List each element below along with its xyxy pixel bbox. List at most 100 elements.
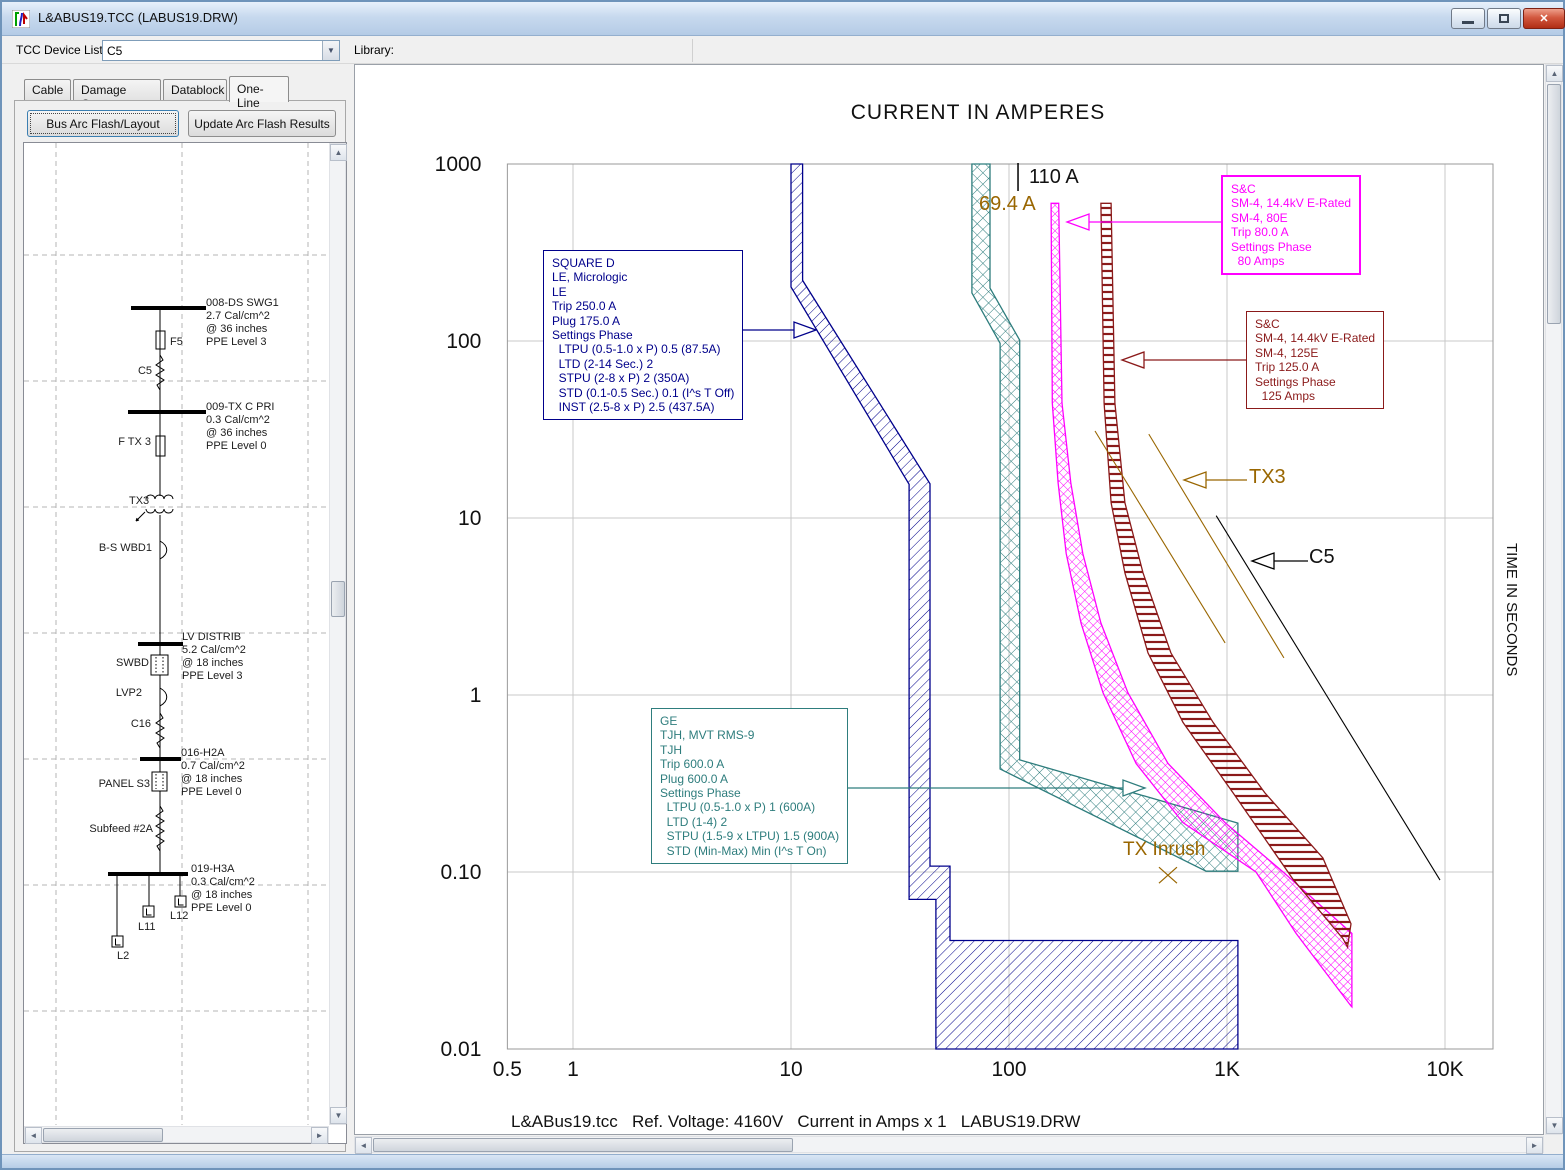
oneline-vscrollbar[interactable]: ▲ ▼ [329, 143, 346, 1125]
bus-label: PPE Level 3 [206, 336, 267, 348]
label-c5[interactable]: C5 [1309, 546, 1335, 569]
oneline-device-swbd[interactable]: SWBD [116, 655, 168, 675]
scroll-up-icon[interactable]: ▲ [1546, 65, 1563, 82]
tab-one-line[interactable]: One-Line [229, 76, 289, 102]
toolbar-separator [692, 39, 693, 62]
scroll-left-icon[interactable]: ◄ [25, 1127, 42, 1144]
main-hscrollbar[interactable]: ◄ ► [354, 1136, 1544, 1153]
y-axis-tick-label: 0.01 [441, 1038, 482, 1061]
svg-text:@ 18 inches: @ 18 inches [191, 889, 253, 901]
oneline-device-c16[interactable]: C16 [131, 713, 164, 748]
oneline-vscroll-thumb[interactable] [331, 581, 345, 617]
tx-inrush-point[interactable] [1159, 867, 1177, 883]
tcc-plot: 0.51101001K10K10001001010.100.01 [355, 65, 1543, 1110]
scroll-up-icon[interactable]: ▲ [330, 144, 347, 161]
svg-text:@ 36 inches: @ 36 inches [206, 427, 268, 439]
chevron-down-icon[interactable]: ▼ [322, 41, 339, 60]
restore-icon [1499, 14, 1509, 23]
one-line-canvas[interactable]: 008-DS SWG1 2.7 Cal/cm^2 @ 36 inches PPE… [23, 142, 347, 1144]
tcc-device-list-label: TCC Device List: [16, 43, 106, 57]
oneline-hscroll-thumb[interactable] [43, 1128, 163, 1142]
svg-text:C16: C16 [131, 718, 151, 730]
svg-text:B-S WBD1: B-S WBD1 [99, 542, 152, 554]
svg-text:SWBD: SWBD [116, 657, 149, 669]
y-axis-tick-label: 100 [446, 330, 481, 353]
svg-text:TX3: TX3 [129, 495, 149, 507]
leader-tx3-arrowhead-icon [1184, 472, 1206, 488]
window-bottom-border [2, 1154, 1563, 1168]
svg-text:PANEL S3: PANEL S3 [99, 778, 150, 790]
c5-damage[interactable] [1216, 516, 1440, 880]
y-axis-tick-label: 1000 [435, 153, 482, 176]
main-vscroll-thumb[interactable] [1547, 84, 1561, 324]
svg-text:LV DISTRIB: LV DISTRIB [182, 631, 241, 643]
label-110a[interactable]: 110 A [1029, 166, 1079, 189]
svg-text:0.7 Cal/cm^2: 0.7 Cal/cm^2 [181, 760, 245, 772]
device-box-ge[interactable]: GETJH, MVT RMS-9TJHTrip 600.0 APlug 600.… [651, 708, 848, 864]
tx3-damage-1[interactable] [1095, 431, 1225, 643]
x-axis-tick-label: 10K [1426, 1058, 1463, 1081]
label-69-4a[interactable]: 69.4 A [979, 193, 1036, 216]
minimize-icon [1462, 21, 1474, 24]
oneline-device-lvp2[interactable]: LVP2 [116, 687, 167, 706]
leader-sc80-arrowhead-icon [1067, 214, 1089, 230]
oneline-device-f5[interactable]: F5 [156, 331, 183, 349]
oneline-hscrollbar[interactable]: ◄ ► [24, 1126, 329, 1143]
label-tx-inrush[interactable]: TX Inrush [1123, 839, 1205, 861]
bus-arc-flash-layout-button[interactable]: Bus Arc Flash/Layout [27, 110, 179, 137]
x-axis-tick-label: 1K [1214, 1058, 1240, 1081]
tcc-chart-panel: 0.51101001K10K10001001010.100.01 CURRENT… [354, 64, 1544, 1135]
bus-label: 008-DS SWG1 [206, 297, 279, 309]
oneline-device-bswbd1[interactable]: B-S WBD1 [99, 541, 167, 559]
leader-c5-arrowhead-icon [1252, 553, 1274, 569]
scroll-right-icon[interactable]: ► [1526, 1137, 1543, 1154]
device-box-sc-80e[interactable]: S&CSM-4, 14.4kV E-RatedSM-4, 80ETrip 80.… [1221, 175, 1361, 275]
close-button[interactable]: ✕ [1523, 8, 1565, 29]
svg-text:LVP2: LVP2 [116, 687, 142, 699]
svg-text:PPE Level 0: PPE Level 0 [181, 786, 242, 798]
app-icon [12, 10, 30, 28]
oneline-device-subfeed2a[interactable]: Subfeed #2A [89, 806, 164, 851]
chart-footer: L&ABus19.tcc Ref. Voltage: 4160V Current… [511, 1112, 1080, 1132]
svg-text:Subfeed #2A: Subfeed #2A [89, 823, 153, 835]
oneline-device-l2[interactable]: L2 [112, 874, 129, 962]
main-hscroll-thumb[interactable] [373, 1138, 793, 1152]
label-tx3[interactable]: TX3 [1249, 466, 1286, 489]
restore-button[interactable] [1487, 8, 1521, 29]
svg-text:009-TX C PRI: 009-TX C PRI [206, 401, 274, 413]
one-line-tab-page: Bus Arc Flash/Layout Update Arc Flash Re… [14, 100, 346, 1152]
main-vscrollbar[interactable]: ▲ ▼ [1545, 64, 1562, 1135]
tab-damage-curve[interactable]: Damage Curve [73, 79, 161, 101]
scroll-down-icon[interactable]: ▼ [1546, 1117, 1563, 1134]
window-title: L&ABUS19.TCC (LABUS19.DRW) [38, 10, 238, 25]
left-panel: Cable Damage Curve Datablock One-Line Bu… [12, 68, 348, 1154]
x-axis-tick-label: 10 [779, 1058, 802, 1081]
svg-text:L12: L12 [170, 910, 188, 922]
scroll-down-icon[interactable]: ▼ [330, 1107, 347, 1124]
tab-datablock[interactable]: Datablock [163, 79, 227, 101]
svg-text:PPE Level 0: PPE Level 0 [191, 902, 252, 914]
y-axis-tick-label: 1 [470, 684, 482, 707]
device-box-sc-125e[interactable]: S&CSM-4, 14.4kV E-RatedSM-4, 125ETrip 12… [1246, 311, 1384, 409]
update-arc-flash-results-button[interactable]: Update Arc Flash Results [188, 110, 336, 137]
oneline-device-tx3[interactable]: TX3 [129, 495, 173, 521]
svg-text:F5: F5 [170, 336, 183, 348]
tcc-device-list-combobox[interactable]: C5 ▼ [102, 40, 340, 61]
bus-label: 2.7 Cal/cm^2 [206, 310, 270, 322]
svg-text:016-H2A: 016-H2A [181, 747, 225, 759]
scroll-right-icon[interactable]: ► [311, 1127, 328, 1144]
svg-text:L11: L11 [138, 921, 156, 933]
oneline-device-ftx3[interactable]: F TX 3 [118, 436, 165, 456]
svg-text:0.3 Cal/cm^2: 0.3 Cal/cm^2 [191, 876, 255, 888]
x-axis-tick-label: 100 [991, 1058, 1026, 1081]
tab-cable[interactable]: Cable [24, 79, 71, 101]
minimize-button[interactable] [1451, 8, 1485, 29]
y-axis-tick-label: 0.10 [441, 861, 482, 884]
device-box-square-d[interactable]: SQUARE DLE, MicrologicLETrip 250.0 APlug… [543, 250, 743, 420]
oneline-device-l11[interactable]: L11 [138, 874, 156, 933]
oneline-device-l12[interactable]: L12 [170, 874, 188, 922]
scroll-left-icon[interactable]: ◄ [355, 1137, 372, 1154]
oneline-device-panels3[interactable]: PANEL S3 [99, 772, 167, 791]
one-line-diagram: 008-DS SWG1 2.7 Cal/cm^2 @ 36 inches PPE… [24, 143, 328, 1125]
library-label: Library: [354, 43, 394, 57]
